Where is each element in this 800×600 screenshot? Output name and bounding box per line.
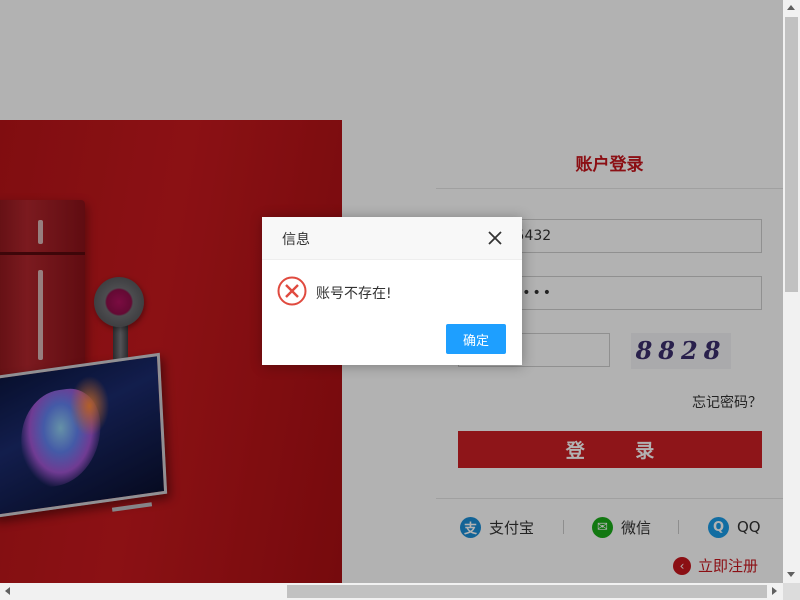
horizontal-scrollbar[interactable] — [0, 583, 783, 600]
error-x-icon — [277, 276, 307, 306]
scroll-up-icon[interactable] — [787, 5, 795, 10]
dialog-body: 账号不存在! — [262, 260, 522, 320]
confirm-button[interactable]: 确定 — [446, 324, 506, 354]
scrollbar-corner — [783, 583, 800, 600]
login-page: 账户登录 598765432 •••••••• 8828 忘记密码？ 登 录 支… — [0, 0, 783, 583]
vertical-scrollbar[interactable] — [783, 0, 800, 583]
vertical-scroll-thumb[interactable] — [785, 17, 798, 292]
horizontal-scroll-thumb[interactable] — [287, 585, 767, 598]
scroll-down-icon[interactable] — [787, 572, 795, 577]
dialog-message: 账号不存在! — [316, 286, 392, 302]
scroll-right-icon[interactable] — [772, 587, 777, 595]
close-icon[interactable] — [486, 229, 504, 247]
dialog-title: 信息 — [282, 232, 310, 248]
scroll-left-icon[interactable] — [5, 587, 10, 595]
alert-dialog: 信息 账号不存在! 确定 — [262, 217, 522, 365]
dialog-header: 信息 — [262, 217, 522, 260]
